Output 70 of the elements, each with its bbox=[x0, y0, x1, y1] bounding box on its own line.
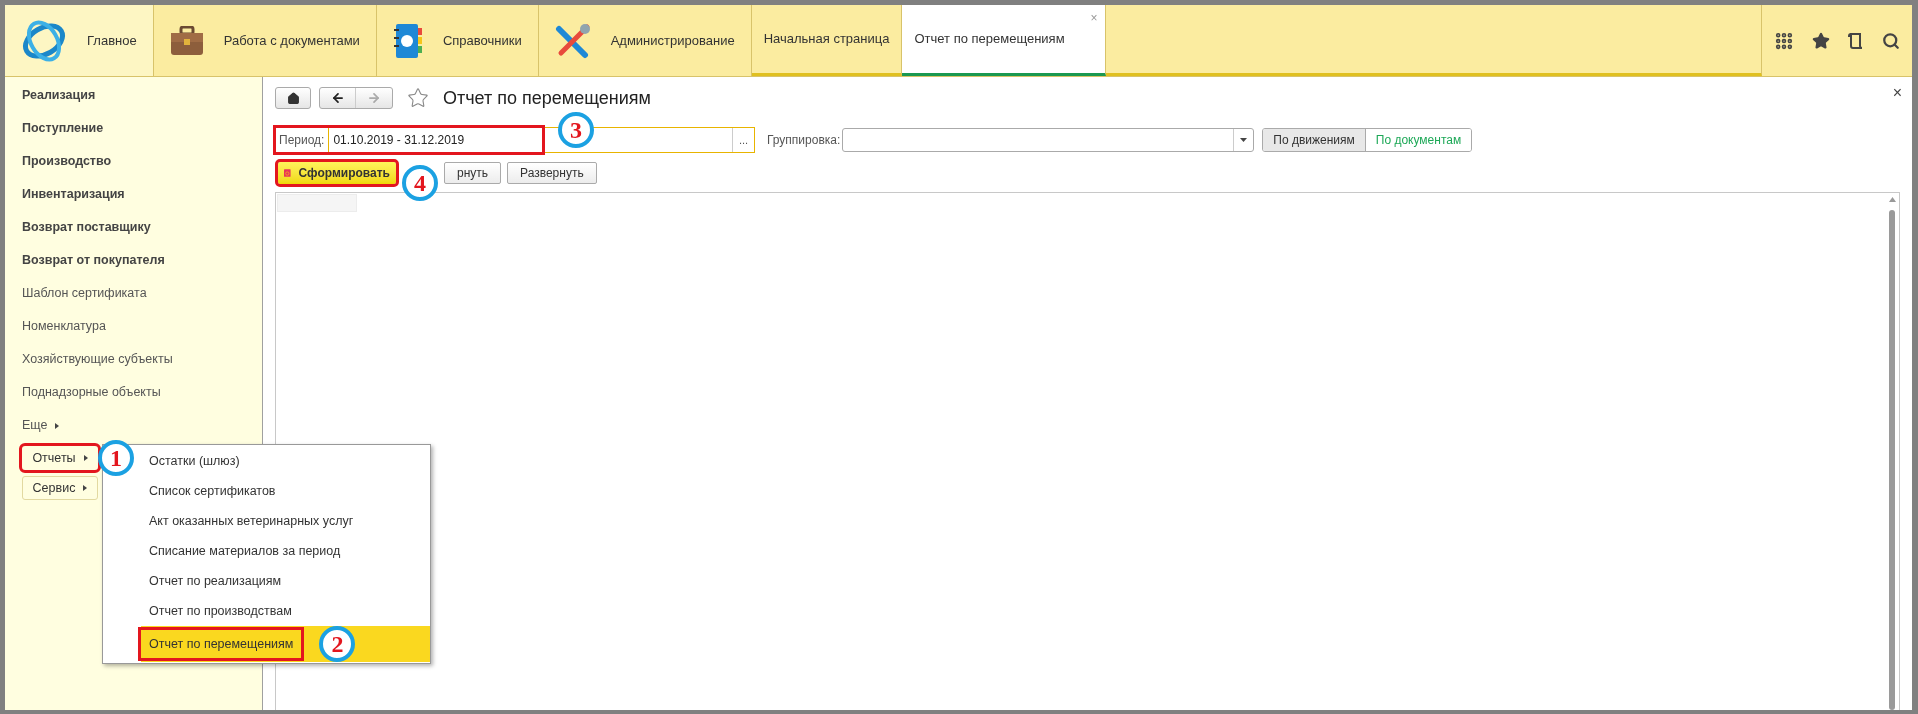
menu-item-label: Отчет по перемещениям bbox=[141, 629, 302, 659]
section-label: Главное bbox=[87, 31, 137, 50]
step-number-marker: 4 bbox=[402, 165, 438, 201]
section-tab[interactable]: Администрирование bbox=[538, 5, 752, 76]
sidebar-item[interactable]: Возврат от покупателя bbox=[22, 244, 262, 277]
sidebar-item[interactable]: Номенклатура bbox=[22, 310, 262, 343]
caret-icon bbox=[83, 455, 88, 461]
grouping-field[interactable] bbox=[842, 128, 1255, 152]
menu-item-label: Список сертификатов bbox=[148, 482, 277, 500]
menu-item-label: Остатки (шлюз) bbox=[148, 452, 241, 470]
sidebar-menu-button[interactable]: Отчеты bbox=[22, 446, 98, 470]
notebook-icon bbox=[392, 22, 423, 59]
generate-report-button[interactable]: Сформировать bbox=[278, 162, 396, 184]
section-label: Справочники bbox=[442, 31, 522, 50]
history-scroll-icon[interactable] bbox=[1848, 31, 1864, 50]
vertical-scrollbar[interactable] bbox=[1888, 197, 1896, 710]
caret-icon bbox=[55, 422, 60, 429]
menu-item-label: Отчет по реализациям bbox=[148, 572, 283, 590]
section-label: Работа с документами bbox=[223, 31, 360, 50]
home-button[interactable] bbox=[275, 87, 311, 109]
period-field[interactable]: 01.10.2019 - 31.12.2019 bbox=[328, 128, 465, 152]
menu-item[interactable]: Список сертификатов bbox=[141, 476, 430, 506]
apps-grid-icon[interactable] bbox=[1774, 30, 1794, 51]
favorites-star-icon[interactable] bbox=[1812, 31, 1830, 50]
dropdown-arrow-icon bbox=[1240, 138, 1248, 142]
logo-icon bbox=[21, 17, 67, 64]
tab-label: Отчет по перемещениям bbox=[914, 30, 1065, 49]
section-tab[interactable]: Справочники bbox=[376, 5, 539, 76]
section-tab[interactable]: Главное bbox=[5, 5, 154, 76]
menu-item[interactable]: Списание материалов за период bbox=[141, 536, 430, 566]
grouping-label: Группировка: bbox=[767, 132, 841, 149]
briefcase-icon bbox=[169, 25, 204, 56]
caret-icon bbox=[83, 485, 88, 491]
close-button[interactable]: × bbox=[1892, 81, 1902, 105]
menu-item[interactable]: Остатки (шлюз) bbox=[141, 446, 430, 476]
menu-item[interactable]: Отчет по перемещениям 2 bbox=[141, 626, 430, 662]
menu-item[interactable]: Отчет по производствам bbox=[141, 596, 430, 626]
menu-item-label: Акт оказанных ветеринарных услуг bbox=[148, 512, 355, 530]
toolbar-button[interactable]: рнуть bbox=[444, 162, 502, 184]
period-picker-button[interactable]: ... bbox=[732, 128, 754, 152]
sidebar-item[interactable]: Возврат поставщику bbox=[22, 211, 262, 244]
section-label: Администрирование bbox=[610, 31, 735, 50]
section-tab[interactable]: Работа с документами bbox=[153, 5, 377, 76]
step-number-marker: 1 bbox=[98, 440, 134, 476]
sidebar-item[interactable]: Производство bbox=[22, 145, 262, 178]
home-icon bbox=[286, 91, 300, 105]
open-tab[interactable]: Отчет по перемещениям × bbox=[902, 5, 1107, 76]
tools-icon bbox=[554, 22, 591, 59]
step-number-marker: 2 bbox=[319, 626, 356, 662]
form-title: Отчет по перемещениям bbox=[443, 86, 651, 110]
menu-item[interactable]: Акт оказанных ветеринарных услуг bbox=[141, 506, 430, 536]
menu-item[interactable]: Отчет по реализациям bbox=[141, 566, 430, 596]
more-menu[interactable]: Еще bbox=[22, 409, 262, 442]
sidebar-menu-button[interactable]: Сервис bbox=[22, 476, 98, 500]
menu-item-label: Списание материалов за период bbox=[148, 542, 342, 560]
sidebar-item[interactable]: Хозяйствующие субъекты bbox=[22, 343, 262, 376]
tab-label: Начальная страница bbox=[763, 30, 890, 49]
sidebar-item[interactable]: Шаблон сертификата bbox=[22, 277, 262, 310]
search-icon[interactable] bbox=[1882, 31, 1900, 50]
menu-item-label: Отчет по производствам bbox=[148, 602, 293, 620]
toolbar-button[interactable]: Развернуть bbox=[507, 162, 597, 184]
favorite-star-icon[interactable] bbox=[407, 87, 429, 109]
sidebar-item[interactable]: Поднадзорные объекты bbox=[22, 376, 262, 409]
mode-toggle-button[interactable]: По движениям bbox=[1263, 129, 1365, 151]
scroll-up-arrow-icon[interactable] bbox=[1888, 197, 1896, 202]
sidebar-item[interactable]: Инвентаризация bbox=[22, 178, 262, 211]
sidebar-item[interactable]: Реализация bbox=[22, 79, 262, 112]
sidebar-item[interactable]: Поступление bbox=[22, 112, 262, 145]
report-icon bbox=[284, 166, 291, 180]
step-number-marker: 3 bbox=[558, 112, 594, 148]
